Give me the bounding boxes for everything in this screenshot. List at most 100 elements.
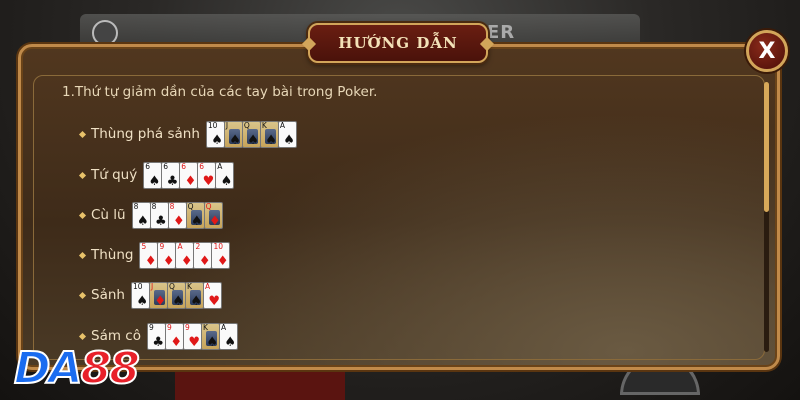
bullet-icon — [78, 251, 87, 259]
card-group: 5 ♦ 9 ♦ A ♦ 2 ♦ 10 ♦ — [139, 241, 231, 269]
playing-card: 6 ♦ — [179, 161, 199, 189]
card-group: 10 ♠ J ♦ Q ♠ K ♠ A ♥ — [130, 281, 222, 309]
scrollbar-thumb[interactable] — [764, 82, 769, 212]
playing-card: 2 ♦ — [193, 241, 213, 269]
card-rank: 10 — [132, 281, 143, 291]
playing-card: 9 ♥ — [182, 322, 202, 350]
hand-label: Sám cô — [91, 328, 141, 344]
card-suit-icon: ♠ — [206, 334, 218, 350]
playing-card: 5 ♦ — [139, 241, 159, 269]
card-suit-icon: ♠ — [148, 173, 161, 189]
hand-row: Thùng phá sảnh 10 ♠ J ♠ Q ♠ K ♠ A ♠ — [78, 120, 297, 148]
logo-text-88: 88 — [80, 343, 141, 394]
card-rank: A — [217, 161, 223, 171]
playing-card: Q ♦ — [203, 201, 223, 229]
card-suit-icon: ♦ — [144, 253, 157, 269]
card-rank: 9 — [159, 241, 165, 251]
card-suit-icon: ♠ — [224, 334, 236, 350]
card-rank: J — [150, 281, 154, 291]
card-suit-icon: ♣ — [152, 334, 164, 350]
card-rank: 8 — [133, 201, 139, 211]
playing-card: 8 ♣ — [149, 201, 169, 229]
card-rank: A — [177, 241, 183, 251]
playing-card: 10 ♠ — [130, 281, 150, 309]
card-suit-icon: ♦ — [198, 253, 211, 269]
da88-logo: DA88 — [13, 343, 141, 394]
bullet-icon — [78, 171, 87, 179]
playing-card: K ♠ — [259, 120, 279, 148]
guide-heading: 1.Thứ tự giảm dần của các tay bài trong … — [62, 84, 378, 100]
hand-label: Thùng phá sảnh — [91, 126, 200, 142]
card-group: 8 ♠ 8 ♣ 8 ♦ Q ♠ Q ♦ — [131, 201, 223, 229]
bullet-icon — [78, 211, 87, 219]
playing-card: 9 ♦ — [157, 241, 177, 269]
playing-card: 10 ♠ — [205, 120, 225, 148]
logo-text-da: DA — [13, 343, 84, 394]
card-suit-icon: ♦ — [208, 213, 221, 229]
playing-card: A ♦ — [175, 241, 195, 269]
card-suit-icon: ♥ — [188, 334, 200, 350]
card-suit-icon: ♦ — [154, 293, 166, 309]
playing-card: A ♠ — [215, 161, 235, 189]
playing-card: Q ♠ — [166, 281, 186, 309]
card-suit-icon: ♠ — [136, 293, 148, 309]
playing-card: Q ♠ — [185, 201, 205, 229]
card-suit-icon: ♦ — [180, 253, 193, 269]
playing-card: 8 ♠ — [131, 201, 151, 229]
playing-card: A ♥ — [202, 281, 222, 309]
hand-label: Sảnh — [91, 287, 125, 303]
card-suit-icon: ♠ — [190, 213, 203, 229]
playing-card: K ♠ — [200, 322, 220, 350]
card-rank: 10 — [213, 241, 224, 251]
card-rank: A — [279, 120, 286, 130]
close-button[interactable]: X — [746, 30, 788, 72]
playing-card: Q ♠ — [241, 120, 261, 148]
card-suit-icon: ♣ — [154, 213, 167, 229]
scrollbar[interactable] — [764, 82, 769, 352]
card-suit-icon: ♠ — [136, 213, 149, 229]
card-suit-icon: ♣ — [166, 173, 179, 189]
card-rank: 10 — [207, 120, 218, 130]
card-suit-icon: ♥ — [208, 293, 220, 309]
card-rank: 9 — [166, 322, 172, 332]
hand-row: Sảnh 10 ♠ J ♦ Q ♠ K ♠ A ♥ — [78, 281, 222, 309]
card-rank: J — [225, 120, 229, 130]
card-suit-icon: ♦ — [172, 213, 185, 229]
card-rank: 6 — [199, 161, 204, 171]
card-rank: A — [220, 322, 227, 332]
card-rank: 8 — [151, 201, 157, 211]
bottom-panel — [175, 365, 345, 400]
hand-row: Cù lũ 8 ♠ 8 ♣ 8 ♦ Q ♠ Q ♦ — [78, 201, 223, 229]
card-suit-icon: ♦ — [216, 253, 229, 269]
card-rank: 6 — [181, 161, 186, 171]
hand-row: Tứ quý 6 ♠ 6 ♣ 6 ♦ 6 ♥ A ♠ — [78, 161, 235, 189]
card-group: 10 ♠ J ♠ Q ♠ K ♠ A ♠ — [205, 120, 297, 148]
bullet-icon — [78, 291, 87, 299]
card-rank: 8 — [169, 201, 175, 211]
playing-card: J ♠ — [223, 120, 243, 148]
back-button[interactable] — [92, 20, 118, 46]
playing-card: A ♠ — [218, 322, 238, 350]
playing-card: J ♦ — [148, 281, 168, 309]
playing-card: 10 ♦ — [211, 241, 231, 269]
card-suit-icon: ♠ — [220, 173, 233, 189]
hand-label: Thùng — [91, 247, 134, 263]
card-rank: 6 — [145, 161, 150, 171]
card-suit-icon: ♦ — [184, 173, 197, 189]
playing-card: 9 ♦ — [164, 322, 184, 350]
card-suit-icon: ♠ — [211, 132, 223, 148]
dialog-title-plaque: HƯỚNG DẪN — [308, 23, 488, 63]
card-suit-icon: ♠ — [172, 293, 184, 309]
card-rank: 2 — [195, 241, 201, 251]
card-group: 9 ♣ 9 ♦ 9 ♥ K ♠ A ♠ — [146, 322, 238, 350]
close-icon: X — [758, 38, 776, 64]
playing-card: 6 ♠ — [143, 161, 163, 189]
playing-card: 9 ♣ — [146, 322, 166, 350]
playing-card: 6 ♥ — [197, 161, 217, 189]
bullet-icon — [78, 130, 87, 138]
playing-card: 8 ♦ — [167, 201, 187, 229]
hand-label: Tứ quý — [91, 167, 138, 183]
card-suit-icon: ♠ — [265, 132, 277, 148]
card-suit-icon: ♠ — [283, 132, 295, 148]
card-suit-icon: ♦ — [170, 334, 182, 350]
